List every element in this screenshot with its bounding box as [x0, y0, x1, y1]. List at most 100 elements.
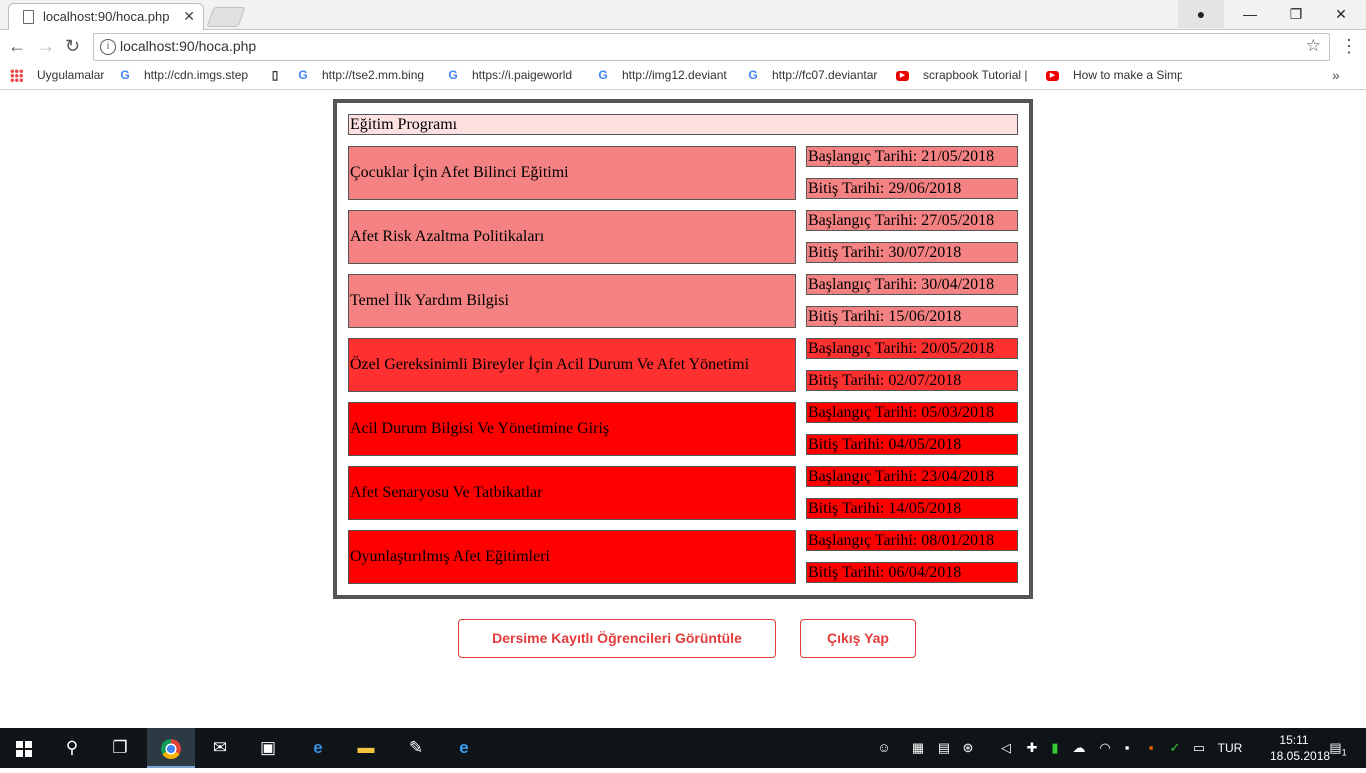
battery-icon[interactable]: ▭: [1188, 728, 1210, 768]
tray-app-icon[interactable]: ▦: [906, 728, 930, 768]
bookmark-item[interactable]: Ghttp://img12.deviant: [596, 68, 732, 82]
tray-app-icon[interactable]: ✚: [1020, 728, 1044, 768]
info-icon[interactable]: i: [100, 39, 116, 55]
course-row: Afet Risk Azaltma Politikaları Başlangıç …: [348, 210, 1018, 264]
bookmark-item[interactable]: Ghttps://i.paigeworld: [446, 68, 582, 82]
apps-grid-icon: [10, 69, 23, 83]
internet-explorer-icon[interactable]: e: [440, 728, 488, 768]
course-start-date: Başlangıç Tarihi: 05/03/2018: [806, 402, 1018, 423]
course-end-date: Bitiş Tarihi: 14/05/2018: [806, 498, 1018, 519]
page-icon: ▯: [271, 68, 279, 82]
course-end-date: Bitiş Tarihi: 02/07/2018: [806, 370, 1018, 391]
browser-menu-icon[interactable]: ⋮: [1340, 36, 1358, 57]
tab-title: localhost:90/hoca.php: [43, 9, 170, 24]
task-view-icon[interactable]: ❐: [96, 728, 144, 768]
profile-icon[interactable]: ●: [1178, 0, 1224, 28]
url-text[interactable]: localhost:90/hoca.php: [120, 38, 256, 54]
forward-arrow-icon[interactable]: →: [37, 36, 55, 57]
course-row: Acil Durum Bilgisi Ve Yönetimine Giriş Ba…: [348, 402, 1018, 456]
paint-icon[interactable]: ✎: [392, 728, 440, 768]
course-end-date: Bitiş Tarihi: 15/06/2018: [806, 306, 1018, 327]
tab-strip: localhost:90/hoca.php ✕ ● — ❐ ✕: [0, 0, 1366, 30]
file-explorer-icon[interactable]: ▬: [342, 728, 390, 768]
course-row: Afet Senaryosu Ve Tatbikatlar Başlangıç T…: [348, 466, 1018, 520]
course-row: Oyunlaştırılmış Afet Eğitimleri Başlangıç…: [348, 530, 1018, 584]
bookmark-item[interactable]: ▯: [268, 68, 288, 82]
mail-icon[interactable]: ✉: [196, 728, 244, 768]
restore-button[interactable]: ❐: [1273, 0, 1319, 28]
notification-count: 1: [1341, 747, 1347, 758]
tray-app-icon[interactable]: ▪: [1116, 728, 1138, 768]
bookmark-label: http://img12.deviant: [622, 68, 727, 82]
bookmark-item[interactable]: Uygulamalar: [10, 68, 105, 83]
people-icon[interactable]: ☺: [872, 728, 896, 768]
page-icon: [23, 10, 34, 24]
bookmark-label: https://i.paigeworld: [472, 68, 573, 82]
course-end-date: Bitiş Tarihi: 29/06/2018: [806, 178, 1018, 199]
course-start-date: Başlangıç Tarihi: 20/05/2018: [806, 338, 1018, 359]
reload-icon[interactable]: ↻: [65, 36, 80, 57]
course-row: Temel İlk Yardım Bilgisi Başlangıç Tarihi…: [348, 274, 1018, 328]
minimize-button[interactable]: —: [1227, 0, 1273, 28]
course-row: Çocuklar İçin Afet Bilinci Eğitimi Başlan…: [348, 146, 1018, 200]
google-icon: G: [120, 68, 130, 82]
cloud-icon[interactable]: ☁: [1068, 728, 1090, 768]
clock[interactable]: 15:11 18.05.2018: [1270, 732, 1331, 764]
chrome-icon[interactable]: [147, 728, 195, 768]
windows-start-icon[interactable]: [0, 728, 48, 768]
browser-tab[interactable]: localhost:90/hoca.php ✕: [8, 3, 204, 30]
close-tab-icon[interactable]: ✕: [183, 8, 195, 25]
bookmarks-bar: Uygulamalar Ghttp://cdn.imgs.step ▯ Ghtt…: [0, 64, 1366, 90]
bookmark-label: http://fc07.deviantar: [772, 68, 878, 82]
course-name: Temel İlk Yardım Bilgisi: [348, 274, 796, 328]
chevron-more-icon[interactable]: »: [1332, 67, 1340, 83]
tray-app-icon[interactable]: ▪: [1140, 728, 1162, 768]
course-start-date: Başlangıç Tarihi: 21/05/2018: [806, 146, 1018, 167]
bookmark-item[interactable]: Ghttp://cdn.imgs.step: [118, 68, 256, 82]
logout-button[interactable]: Çıkış Yap: [800, 619, 916, 658]
tray-app-icon[interactable]: ▤: [932, 728, 956, 768]
address-bar[interactable]: i localhost:90/hoca.php ☆: [93, 33, 1330, 61]
clock-date: 18.05.2018: [1270, 749, 1331, 763]
course-row: Özel Gereksinimli Bireyler İçin Acil Dur…: [348, 338, 1018, 392]
course-start-date: Başlangıç Tarihi: 30/04/2018: [806, 274, 1018, 295]
bookmark-label: http://cdn.imgs.step: [144, 68, 249, 82]
course-start-date: Başlangıç Tarihi: 27/05/2018: [806, 210, 1018, 231]
wifi-icon[interactable]: ◠: [1094, 728, 1116, 768]
volume-icon[interactable]: ◁: [994, 728, 1018, 768]
broadcast-icon[interactable]: ⊛: [956, 728, 980, 768]
bookmark-label: How to make a Simp: [1073, 68, 1182, 82]
store-icon[interactable]: ▣: [244, 728, 292, 768]
search-icon[interactable]: ⚲: [48, 728, 96, 768]
course-end-date: Bitiş Tarihi: 04/05/2018: [806, 434, 1018, 455]
bookmark-item[interactable]: Ghttp://fc07.deviantar: [746, 68, 882, 82]
view-students-button[interactable]: Dersime Kayıtlı Öğrencileri Görüntüle: [458, 619, 776, 658]
back-arrow-icon[interactable]: ←: [8, 36, 26, 57]
tray-app-icon[interactable]: ▮: [1044, 728, 1066, 768]
new-tab-button[interactable]: [206, 7, 246, 27]
google-icon: G: [298, 68, 308, 82]
edge-icon[interactable]: e: [294, 728, 342, 768]
google-icon: G: [598, 68, 608, 82]
bookmark-item[interactable]: Ghttp://tse2.mm.bing: [296, 68, 458, 82]
google-icon: G: [448, 68, 458, 82]
youtube-icon: ▶: [1046, 70, 1059, 81]
notification-icon[interactable]: ▤1: [1320, 728, 1356, 768]
tray-app-icon[interactable]: ✓: [1164, 728, 1186, 768]
bookmark-label: scrapbook Tutorial |: [923, 68, 1028, 82]
course-name: Afet Senaryosu Ve Tatbikatlar: [348, 466, 796, 520]
bookmark-item[interactable]: ▶ scrapbook Tutorial |: [896, 68, 1030, 82]
language-indicator[interactable]: TUR: [1214, 728, 1246, 768]
bookmark-label: http://tse2.mm.bing: [322, 68, 425, 82]
bookmark-star-icon[interactable]: ☆: [1306, 36, 1321, 56]
course-start-date: Başlangıç Tarihi: 08/01/2018: [806, 530, 1018, 551]
course-end-date: Bitiş Tarihi: 30/07/2018: [806, 242, 1018, 263]
program-panel: Eğitim Programı Çocuklar İçin Afet Bilin…: [333, 99, 1033, 599]
course-name: Özel Gereksinimli Bireyler İçin Acil Dur…: [348, 338, 796, 392]
close-window-button[interactable]: ✕: [1318, 0, 1364, 28]
bookmark-item[interactable]: ▶ How to make a Simp: [1046, 68, 1182, 82]
course-name: Oyunlaştırılmış Afet Eğitimleri: [348, 530, 796, 584]
course-start-date: Başlangıç Tarihi: 23/04/2018: [806, 466, 1018, 487]
bookmark-label: Uygulamalar: [37, 68, 105, 82]
google-icon: G: [748, 68, 758, 82]
